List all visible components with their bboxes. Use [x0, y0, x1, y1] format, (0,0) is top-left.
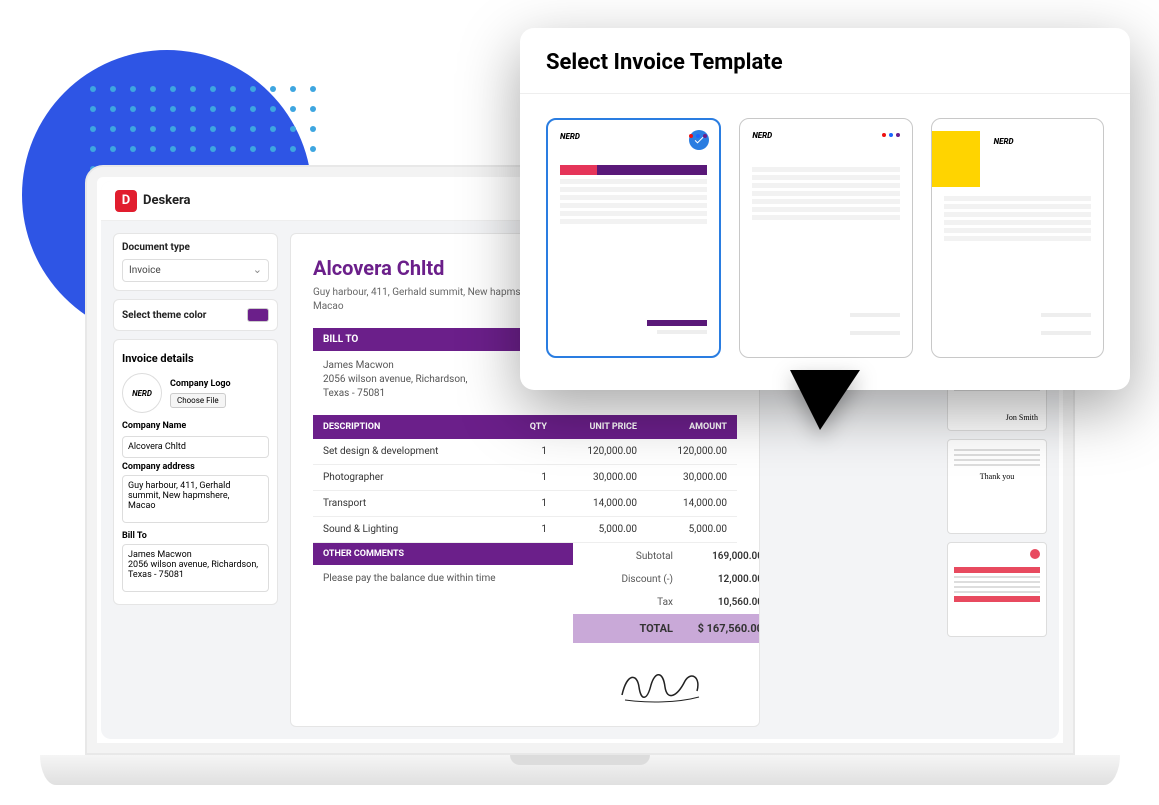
- theme-color-panel: Select theme color: [113, 299, 278, 331]
- discount-value: 12,000.00: [673, 574, 760, 585]
- doc-type-select[interactable]: Invoice: [122, 259, 269, 282]
- bill-to-label: Bill To: [122, 531, 269, 541]
- cell-unit: 14,000.00: [547, 498, 637, 509]
- company-name-label: Company Name: [122, 421, 269, 431]
- line-item: Transport 1 14,000.00 14,000.00: [313, 491, 737, 517]
- cell-amount: 120,000.00: [637, 446, 727, 457]
- theme-color-label: Select theme color: [122, 310, 206, 321]
- template-option-2[interactable]: NERD: [739, 118, 912, 358]
- col-amount: AMOUNT: [637, 422, 727, 432]
- company-logo-label: Company Logo: [170, 379, 231, 389]
- brand-logo-icon: D: [115, 190, 137, 212]
- template-accent-block: [932, 131, 980, 187]
- template-thumb-4[interactable]: [947, 542, 1047, 637]
- line-item: Photographer 1 30,000.00 30,000.00: [313, 465, 737, 491]
- signature: [313, 667, 737, 710]
- col-qty: QTY: [497, 422, 547, 432]
- doc-type-panel: Document type Invoice: [113, 233, 278, 291]
- popover-title: Select Invoice Template: [520, 28, 1130, 94]
- choose-file-button[interactable]: Choose File: [170, 393, 226, 408]
- cell-unit: 30,000.00: [547, 472, 637, 483]
- selected-check-icon: [689, 130, 709, 150]
- line-item: Sound & Lighting 1 5,000.00 5,000.00: [313, 517, 737, 543]
- col-unit-price: UNIT PRICE: [547, 422, 637, 432]
- popover-body: NERD NERD NERD: [520, 94, 1130, 366]
- cell-qty: 1: [497, 472, 547, 483]
- bill-to-input[interactable]: [122, 544, 269, 592]
- template-logo: NERD: [994, 137, 1014, 146]
- tax-label: Tax: [583, 597, 673, 608]
- template-option-1[interactable]: NERD: [546, 118, 721, 358]
- cell-qty: 1: [497, 446, 547, 457]
- discount-label: Discount (-): [583, 574, 673, 585]
- subtotal-value: 169,000.00: [673, 551, 760, 562]
- cell-qty: 1: [497, 524, 547, 535]
- company-address-label: Company address: [122, 462, 269, 472]
- template-option-3[interactable]: NERD: [931, 118, 1104, 358]
- total-label: TOTAL: [583, 622, 673, 635]
- laptop-base: [40, 755, 1120, 785]
- cell-amount: 5,000.00: [637, 524, 727, 535]
- theme-color-swatch[interactable]: [247, 308, 269, 322]
- total-value: $ 167,560.00: [673, 622, 760, 635]
- cell-amount: 30,000.00: [637, 472, 727, 483]
- sidebar: Document type Invoice Select theme color…: [113, 233, 278, 727]
- invoice-details-panel: Invoice details NERD Company Logo Choose…: [113, 339, 278, 605]
- cell-qty: 1: [497, 498, 547, 509]
- brand-name: Deskera: [143, 193, 191, 208]
- cell-desc: Sound & Lighting: [323, 524, 497, 535]
- template-logo: NERD: [560, 132, 707, 141]
- cell-unit: 120,000.00: [547, 446, 637, 457]
- company-logo-row: NERD Company Logo Choose File: [122, 373, 269, 413]
- doc-type-label: Document type: [122, 242, 269, 253]
- cell-desc: Transport: [323, 498, 497, 509]
- thumb-signature: Jon Smith: [1006, 413, 1038, 422]
- company-address-input[interactable]: [122, 475, 269, 523]
- template-color-dots: [689, 134, 707, 138]
- template-selector-popover: Select Invoice Template NERD NERD NERD: [520, 28, 1130, 390]
- totals-block: Subtotal169,000.00 Discount (-)12,000.00…: [573, 545, 760, 643]
- template-color-dots: [882, 133, 900, 137]
- cell-amount: 14,000.00: [637, 498, 727, 509]
- cell-unit: 5,000.00: [547, 524, 637, 535]
- line-item: Set design & development 1 120,000.00 12…: [313, 439, 737, 465]
- template-thumb-3[interactable]: Thank you: [947, 439, 1047, 534]
- cell-desc: Set design & development: [323, 446, 497, 457]
- invoice-details-title: Invoice details: [122, 352, 269, 365]
- company-logo-preview: NERD: [122, 373, 162, 413]
- thumb-thank-you: Thank you: [954, 472, 1040, 481]
- tax-value: 10,560.00: [673, 597, 760, 608]
- col-description: DESCRIPTION: [323, 422, 497, 432]
- comments-body: Please pay the balance due within time: [313, 565, 573, 592]
- comments-header: OTHER COMMENTS: [313, 543, 573, 565]
- line-items-header: DESCRIPTION QTY UNIT PRICE AMOUNT: [313, 415, 737, 439]
- template-logo: NERD: [752, 131, 899, 140]
- cell-desc: Photographer: [323, 472, 497, 483]
- popover-pointer-icon: [790, 370, 860, 430]
- company-name-input[interactable]: [122, 436, 269, 458]
- subtotal-label: Subtotal: [583, 551, 673, 562]
